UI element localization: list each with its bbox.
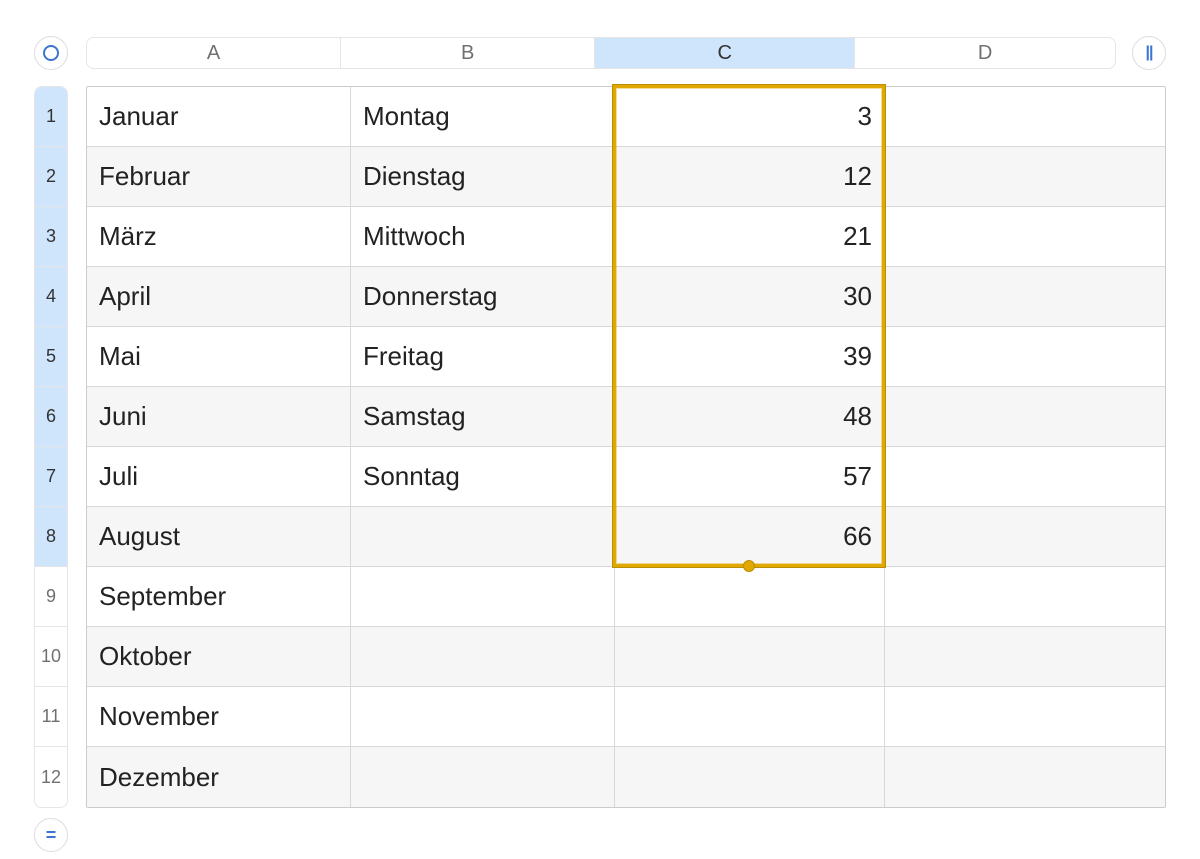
- table-row: JuliSonntag57: [87, 447, 1165, 507]
- cell-B11[interactable]: [351, 687, 615, 746]
- row-header-8[interactable]: 8: [35, 507, 67, 567]
- table-row: AprilDonnerstag30: [87, 267, 1165, 327]
- cell-A12[interactable]: Dezember: [87, 747, 351, 807]
- col-header-B[interactable]: B: [341, 38, 595, 68]
- row-header-9[interactable]: 9: [35, 567, 67, 627]
- cell-C5[interactable]: 39: [615, 327, 885, 386]
- cell-B1[interactable]: Montag: [351, 87, 615, 146]
- row-header-5[interactable]: 5: [35, 327, 67, 387]
- col-header-C[interactable]: C: [595, 38, 855, 68]
- cell-C2[interactable]: 12: [615, 147, 885, 206]
- grid-body: 123456789101112 JanuarMontag3FebruarDien…: [34, 86, 1166, 808]
- col-header-A[interactable]: A: [87, 38, 341, 68]
- cell-B10[interactable]: [351, 627, 615, 686]
- cell-C4[interactable]: 30: [615, 267, 885, 326]
- table-row: JuniSamstag48: [87, 387, 1165, 447]
- cell-D1[interactable]: [885, 87, 1155, 146]
- cell-B3[interactable]: Mittwoch: [351, 207, 615, 266]
- row-header-6[interactable]: 6: [35, 387, 67, 447]
- table-row: MaiFreitag39: [87, 327, 1165, 387]
- cell-B9[interactable]: [351, 567, 615, 626]
- cell-C1[interactable]: 3: [615, 87, 885, 146]
- cell-A11[interactable]: November: [87, 687, 351, 746]
- table-row: November: [87, 687, 1165, 747]
- cell-B7[interactable]: Sonntag: [351, 447, 615, 506]
- col-header-D[interactable]: D: [855, 38, 1115, 68]
- cell-D12[interactable]: [885, 747, 1155, 807]
- cell-C9[interactable]: [615, 567, 885, 626]
- cell-A2[interactable]: Februar: [87, 147, 351, 206]
- column-headers: A B C D: [86, 37, 1116, 69]
- column-header-row: A B C D ||: [34, 34, 1166, 72]
- cell-C10[interactable]: [615, 627, 885, 686]
- table-row: September: [87, 567, 1165, 627]
- cell-C12[interactable]: [615, 747, 885, 807]
- cell-D7[interactable]: [885, 447, 1155, 506]
- table-row: FebruarDienstag12: [87, 147, 1165, 207]
- cell-C3[interactable]: 21: [615, 207, 885, 266]
- cell-D8[interactable]: [885, 507, 1155, 566]
- cell-C11[interactable]: [615, 687, 885, 746]
- row-headers: 123456789101112: [34, 86, 68, 808]
- columns-icon: ||: [1146, 44, 1153, 62]
- row-header-10[interactable]: 10: [35, 627, 67, 687]
- cell-A8[interactable]: August: [87, 507, 351, 566]
- row-header-2[interactable]: 2: [35, 147, 67, 207]
- circle-icon: [43, 45, 59, 61]
- spreadsheet-view: A B C D || 123456789101112 JanuarMontag3…: [0, 0, 1200, 808]
- cell-B6[interactable]: Samstag: [351, 387, 615, 446]
- cell-B2[interactable]: Dienstag: [351, 147, 615, 206]
- cell-D4[interactable]: [885, 267, 1155, 326]
- cells-grid[interactable]: JanuarMontag3FebruarDienstag12MärzMittwo…: [86, 86, 1166, 808]
- table-row: Dezember: [87, 747, 1165, 807]
- equals-icon: =: [46, 825, 57, 846]
- cell-A1[interactable]: Januar: [87, 87, 351, 146]
- row-header-11[interactable]: 11: [35, 687, 67, 747]
- cell-A6[interactable]: Juni: [87, 387, 351, 446]
- cell-B8[interactable]: [351, 507, 615, 566]
- table-row: JanuarMontag3: [87, 87, 1165, 147]
- row-header-1[interactable]: 1: [35, 87, 67, 147]
- cell-D3[interactable]: [885, 207, 1155, 266]
- cell-B5[interactable]: Freitag: [351, 327, 615, 386]
- cell-A9[interactable]: September: [87, 567, 351, 626]
- cell-C8[interactable]: 66: [615, 507, 885, 566]
- cell-D6[interactable]: [885, 387, 1155, 446]
- row-header-12[interactable]: 12: [35, 747, 67, 807]
- cell-B12[interactable]: [351, 747, 615, 807]
- row-header-3[interactable]: 3: [35, 207, 67, 267]
- formula-button[interactable]: =: [34, 818, 68, 852]
- cell-A3[interactable]: März: [87, 207, 351, 266]
- cell-D9[interactable]: [885, 567, 1155, 626]
- row-header-7[interactable]: 7: [35, 447, 67, 507]
- select-all-circle[interactable]: [34, 36, 68, 70]
- cell-B4[interactable]: Donnerstag: [351, 267, 615, 326]
- cell-A4[interactable]: April: [87, 267, 351, 326]
- table-row: August 66: [87, 507, 1165, 567]
- cell-D10[interactable]: [885, 627, 1155, 686]
- cell-D11[interactable]: [885, 687, 1155, 746]
- row-header-4[interactable]: 4: [35, 267, 67, 327]
- table-row: Oktober: [87, 627, 1165, 687]
- cell-D5[interactable]: [885, 327, 1155, 386]
- cell-C6[interactable]: 48: [615, 387, 885, 446]
- cell-A10[interactable]: Oktober: [87, 627, 351, 686]
- cell-C7[interactable]: 57: [615, 447, 885, 506]
- cell-A5[interactable]: Mai: [87, 327, 351, 386]
- cell-D2[interactable]: [885, 147, 1155, 206]
- table-row: MärzMittwoch21: [87, 207, 1165, 267]
- selection-handle[interactable]: [743, 560, 755, 572]
- columns-menu-button[interactable]: ||: [1132, 36, 1166, 70]
- cell-A7[interactable]: Juli: [87, 447, 351, 506]
